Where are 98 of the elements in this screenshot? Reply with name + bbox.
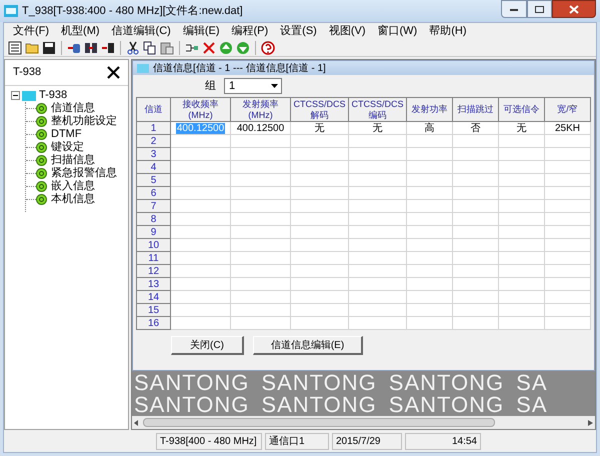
dialog-button[interactable]: 信道信息编辑(E): [253, 336, 363, 355]
down-icon[interactable]: [236, 40, 250, 54]
dropdown-arrow-icon: [271, 84, 278, 88]
close-icon[interactable]: [107, 66, 120, 79]
child-window-title: 信道信息[信道 - 1 --- 信道信息[信道 - 1]: [153, 62, 326, 76]
table-cell: 400.12500: [236, 122, 284, 134]
row-header: 1: [136, 122, 170, 134]
node-icon: [36, 168, 47, 179]
minimize-icon: [510, 8, 518, 10]
table-cell: 无: [516, 122, 526, 134]
list-icon[interactable]: [8, 40, 22, 54]
logo-text: SA: [516, 394, 548, 416]
menu-item[interactable]: 信道编辑(C): [106, 22, 176, 40]
menu-item[interactable]: 设置(S): [275, 22, 322, 40]
maximize-button[interactable]: [527, 0, 552, 18]
status-field: 通信口1: [265, 432, 329, 450]
column-header: 接收频率(MHz): [170, 98, 230, 122]
logo-text: SANTONG: [261, 394, 377, 416]
tree-item[interactable]: 整机功能设定: [51, 113, 117, 130]
window-title: T_938[T-938:400 - 480 MHz][文件名:new.dat]: [22, 4, 243, 19]
table-cell: 25KH: [554, 122, 580, 134]
folder-icon[interactable]: [25, 40, 39, 54]
app-icon: [4, 5, 18, 17]
scroll-right-icon[interactable]: [588, 420, 593, 426]
logo-text: SANTONG: [261, 372, 377, 394]
menu-item[interactable]: 窗口(W): [372, 22, 422, 40]
node-icon: [36, 116, 47, 127]
column-header: CTCSS/DCS 编码: [348, 98, 406, 122]
table-cell: 无: [314, 122, 324, 134]
node-icon: [36, 194, 47, 205]
transfer-icon[interactable]: [84, 40, 98, 54]
column-header: CTCSS/DCS 解码: [290, 98, 348, 122]
up-icon[interactable]: [219, 40, 233, 54]
row-header: 3: [136, 148, 170, 160]
menu-item[interactable]: 视图(V): [324, 22, 371, 40]
column-header: 发射频率(MHz): [230, 98, 290, 122]
group-label: 组: [205, 78, 216, 94]
close-icon: [569, 4, 579, 14]
copy-icon[interactable]: [143, 40, 157, 54]
row-header: 5: [136, 174, 170, 186]
group-dropdown[interactable]: 1: [224, 78, 282, 94]
status-field: 14:54: [405, 432, 481, 450]
table-cell: 否: [470, 122, 480, 134]
write-device-icon[interactable]: [101, 40, 115, 54]
help-icon[interactable]: [261, 40, 275, 54]
save-icon[interactable]: [42, 40, 56, 54]
row-header: 6: [136, 186, 170, 200]
row-header: 10: [136, 238, 170, 252]
row-header: 15: [136, 304, 170, 316]
column-header: 信道: [136, 98, 170, 122]
logo-text: SANTONG: [134, 372, 250, 394]
node-icon: [36, 142, 47, 153]
radio-device-icon: [22, 90, 36, 100]
column-header: 扫描跳过: [452, 98, 498, 122]
column-header: 宽/窄: [544, 98, 590, 122]
dialog-button[interactable]: 关闭(C): [171, 336, 244, 355]
node-icon: [36, 155, 47, 166]
logo-text: SANTONG: [388, 394, 504, 416]
minimize-button[interactable]: [501, 0, 527, 18]
menu-item[interactable]: 文件(F): [8, 22, 54, 40]
logo-text: SA: [516, 372, 548, 394]
status-field: T-938[400 - 480 MHz]: [156, 432, 262, 450]
row-header: 16: [136, 316, 170, 330]
maximize-icon: [535, 6, 544, 12]
node-icon: [36, 181, 47, 192]
panel-title: T-938: [13, 65, 42, 80]
column-header: 可选信令: [498, 98, 544, 122]
row-header: 9: [136, 226, 170, 238]
row-header: 2: [136, 134, 170, 148]
paste-icon[interactable]: [160, 40, 174, 54]
horizontal-scrollbar[interactable]: [132, 416, 595, 429]
close-button[interactable]: [552, 0, 596, 18]
cut-icon[interactable]: [126, 40, 140, 54]
row-header: 8: [136, 212, 170, 226]
row-header: 13: [136, 278, 170, 290]
row-header: 14: [136, 290, 170, 304]
row-header: 7: [136, 200, 170, 212]
menu-item[interactable]: 帮助(H): [424, 22, 472, 40]
scroll-left-icon[interactable]: [134, 420, 139, 426]
scrollbar-thumb[interactable]: [143, 418, 495, 427]
window-icon: [137, 64, 149, 72]
node-icon: [36, 103, 47, 114]
row-header: 4: [136, 160, 170, 174]
row-header: 11: [136, 252, 170, 264]
node-icon: [36, 129, 47, 140]
menu-item[interactable]: 编辑(E): [178, 22, 224, 40]
column-header: 发射功率: [406, 98, 452, 122]
collapse-icon[interactable]: [11, 91, 20, 100]
row-header: 12: [136, 264, 170, 278]
status-field: 2015/7/29: [332, 432, 402, 450]
logo-text: SANTONG: [388, 372, 504, 394]
table-cell: 无: [372, 122, 382, 134]
tree-item[interactable]: 本机信息: [51, 191, 95, 208]
delete-icon[interactable]: [202, 40, 216, 54]
menu-item[interactable]: 机型(M): [56, 22, 105, 40]
table-cell: 高: [424, 122, 434, 134]
menu-item[interactable]: 编程(P): [226, 22, 274, 40]
logo-text: SANTONG: [134, 394, 250, 416]
